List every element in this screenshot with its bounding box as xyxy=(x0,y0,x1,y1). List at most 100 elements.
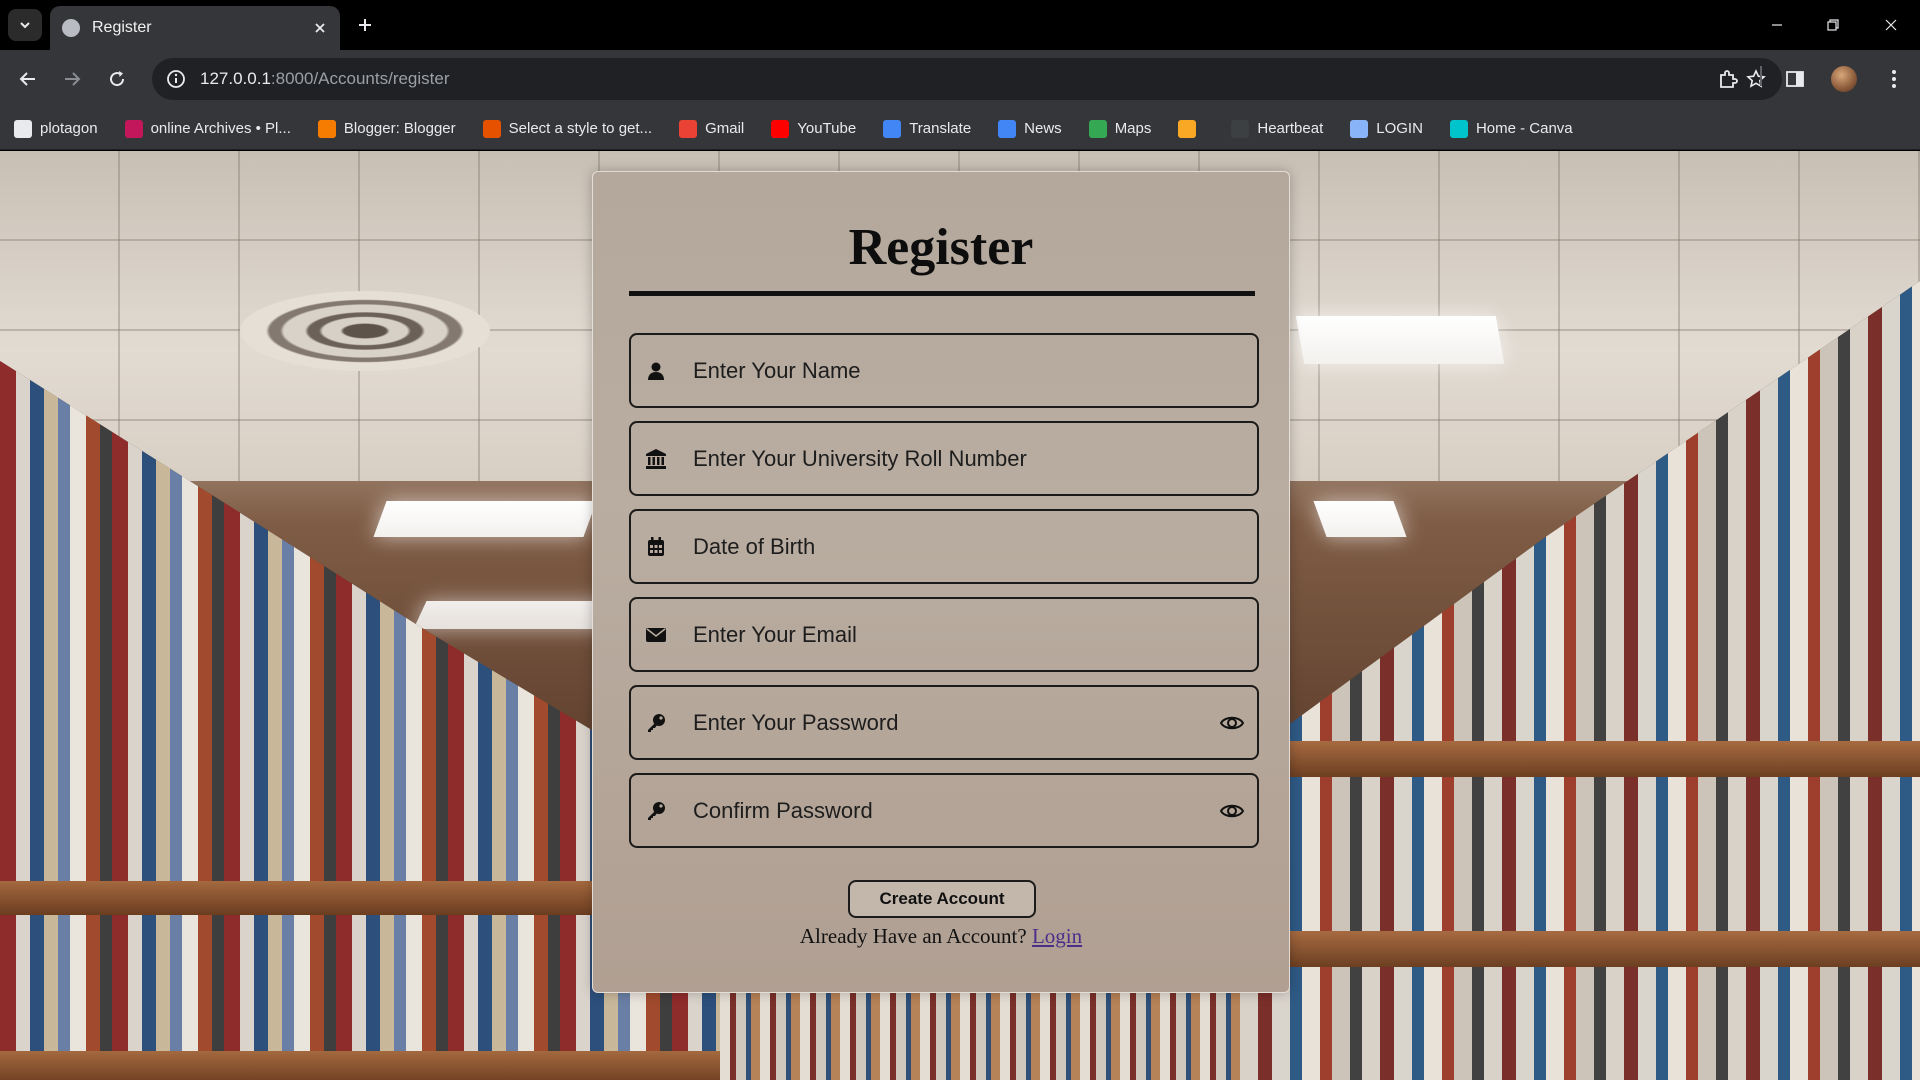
name-field[interactable]: Enter Your Name xyxy=(629,333,1259,408)
roll-number-field[interactable]: Enter Your University Roll Number xyxy=(629,421,1259,496)
site-info-icon[interactable] xyxy=(166,69,186,89)
key-icon xyxy=(645,712,667,734)
restore-button[interactable] xyxy=(1816,10,1850,40)
envelope-icon xyxy=(645,624,667,646)
bookmark-item[interactable]: online Archives • Pl... xyxy=(124,119,291,138)
bookmark-item[interactable]: Heartbeat xyxy=(1231,119,1324,138)
bookmark-item[interactable]: Select a style to get... xyxy=(482,119,653,138)
ceiling-light xyxy=(1295,316,1505,364)
bookmark-label: Gmail xyxy=(705,120,745,137)
eye-icon[interactable] xyxy=(1219,710,1245,736)
bookshelf-far xyxy=(720,991,1240,1080)
page-title: Register xyxy=(848,219,1034,276)
bookmark-favicon-icon xyxy=(1231,119,1250,138)
bookmark-label: Select a style to get... xyxy=(508,120,653,137)
bookmark-item[interactable]: News xyxy=(998,119,1062,138)
restore-icon xyxy=(1827,19,1839,31)
login-prompt-text: Already Have an Account? xyxy=(799,924,1027,948)
back-button[interactable] xyxy=(12,63,44,95)
bookmark-item[interactable]: Gmail xyxy=(679,119,745,138)
close-tab-icon[interactable] xyxy=(312,20,328,36)
bookmarks-bar: plotagon online Archives • Pl... Blogger: … xyxy=(0,108,1920,150)
minimize-button[interactable] xyxy=(1760,10,1794,40)
close-window-button[interactable] xyxy=(1874,10,1908,40)
bookmark-favicon-icon xyxy=(771,119,790,138)
menu-button[interactable] xyxy=(1878,63,1910,95)
roll-number-placeholder: Enter Your University Roll Number xyxy=(693,445,1027,471)
chevron-down-icon xyxy=(20,22,30,29)
new-tab-button[interactable] xyxy=(352,12,378,38)
globe-icon xyxy=(62,19,80,37)
bookmark-favicon-icon xyxy=(317,119,336,138)
active-tab[interactable]: Register xyxy=(50,6,340,50)
puzzle-icon xyxy=(1720,70,1738,88)
more-vert-icon xyxy=(1892,70,1896,88)
bookmark-label: LOGIN xyxy=(1376,120,1423,137)
password-field[interactable]: Enter Your Password xyxy=(629,685,1259,760)
bookmark-favicon-icon xyxy=(1088,119,1107,138)
arrow-left-icon xyxy=(19,72,35,86)
bookmark-item[interactable]: YouTube xyxy=(771,119,856,138)
browser-toolbar: 127.0.0.1:8000/Accounts/register xyxy=(0,50,1920,108)
calendar-icon xyxy=(645,536,667,558)
bookmark-label: Maps xyxy=(1114,120,1152,137)
dob-field[interactable]: Date of Birth xyxy=(629,509,1259,584)
confirm-password-field[interactable]: Confirm Password xyxy=(629,773,1259,848)
login-link[interactable]: Login xyxy=(1032,924,1082,948)
bookmark-label: News xyxy=(1024,120,1062,137)
bookmark-favicon-icon xyxy=(679,119,698,138)
bookmark-favicon-icon xyxy=(124,119,143,138)
login-prompt: Already Have an Account? Login xyxy=(593,924,1289,949)
bookmark-label: online Archives • Pl... xyxy=(150,120,291,137)
reload-button[interactable] xyxy=(101,63,133,95)
bookmark-item[interactable]: Translate xyxy=(883,119,972,138)
bookmark-favicon-icon xyxy=(998,119,1017,138)
close-icon xyxy=(1885,19,1897,31)
register-card: Register Enter Your Name Enter Your Univ… xyxy=(592,171,1290,993)
bookmark-favicon-icon xyxy=(1178,119,1197,138)
email-field[interactable]: Enter Your Email xyxy=(629,597,1259,672)
bookmark-label: Translate xyxy=(909,120,972,137)
bookmark-favicon-icon xyxy=(883,119,902,138)
url-text: 127.0.0.1:8000/Accounts/register xyxy=(200,69,450,89)
create-account-button[interactable]: Create Account xyxy=(848,880,1036,918)
bookmark-favicon-icon xyxy=(14,119,32,138)
tab-strip: Register xyxy=(0,0,1920,50)
key-icon xyxy=(645,800,667,822)
plus-icon xyxy=(359,19,371,31)
side-panel-icon xyxy=(1786,71,1804,87)
user-icon xyxy=(645,360,667,382)
email-placeholder: Enter Your Email xyxy=(693,621,857,647)
eye-icon[interactable] xyxy=(1219,798,1245,824)
address-bar[interactable]: 127.0.0.1:8000/Accounts/register xyxy=(152,58,1782,100)
bookmark-item[interactable]: LOGIN xyxy=(1350,119,1423,138)
bookmark-favicon-icon xyxy=(1350,119,1369,138)
shelf-board xyxy=(1240,931,1920,967)
title-divider xyxy=(629,291,1255,296)
url-host: 127.0.0.1 xyxy=(200,69,271,88)
bookmark-item[interactable]: plotagon xyxy=(14,119,98,138)
bookmark-label: Heartbeat xyxy=(1257,120,1324,137)
bookmark-item[interactable] xyxy=(1178,119,1204,138)
bookmark-favicon-icon xyxy=(1449,119,1468,138)
confirm-password-placeholder: Confirm Password xyxy=(693,797,873,823)
extensions-button[interactable] xyxy=(1712,63,1744,95)
bookmark-star-icon[interactable] xyxy=(1746,69,1766,89)
bookmark-item[interactable]: Blogger: Blogger xyxy=(317,119,456,138)
url-path: :8000/Accounts/register xyxy=(270,69,450,88)
profile-button[interactable] xyxy=(1828,63,1860,95)
bookmark-item[interactable]: Maps xyxy=(1088,119,1152,138)
arrow-right-icon xyxy=(65,72,81,86)
bookmark-label: plotagon xyxy=(40,120,98,137)
ceiling-light xyxy=(413,601,617,629)
password-placeholder: Enter Your Password xyxy=(693,709,899,735)
reload-icon xyxy=(110,71,125,87)
tab-search-button[interactable] xyxy=(8,9,42,41)
forward-button[interactable] xyxy=(56,63,88,95)
bookmark-favicon-icon xyxy=(482,119,501,138)
avatar xyxy=(1831,66,1857,92)
tab-title: Register xyxy=(92,19,152,36)
bookmark-item[interactable]: Home - Canva xyxy=(1449,119,1573,138)
shelf-board xyxy=(1240,741,1920,777)
side-panel-button[interactable] xyxy=(1779,63,1811,95)
